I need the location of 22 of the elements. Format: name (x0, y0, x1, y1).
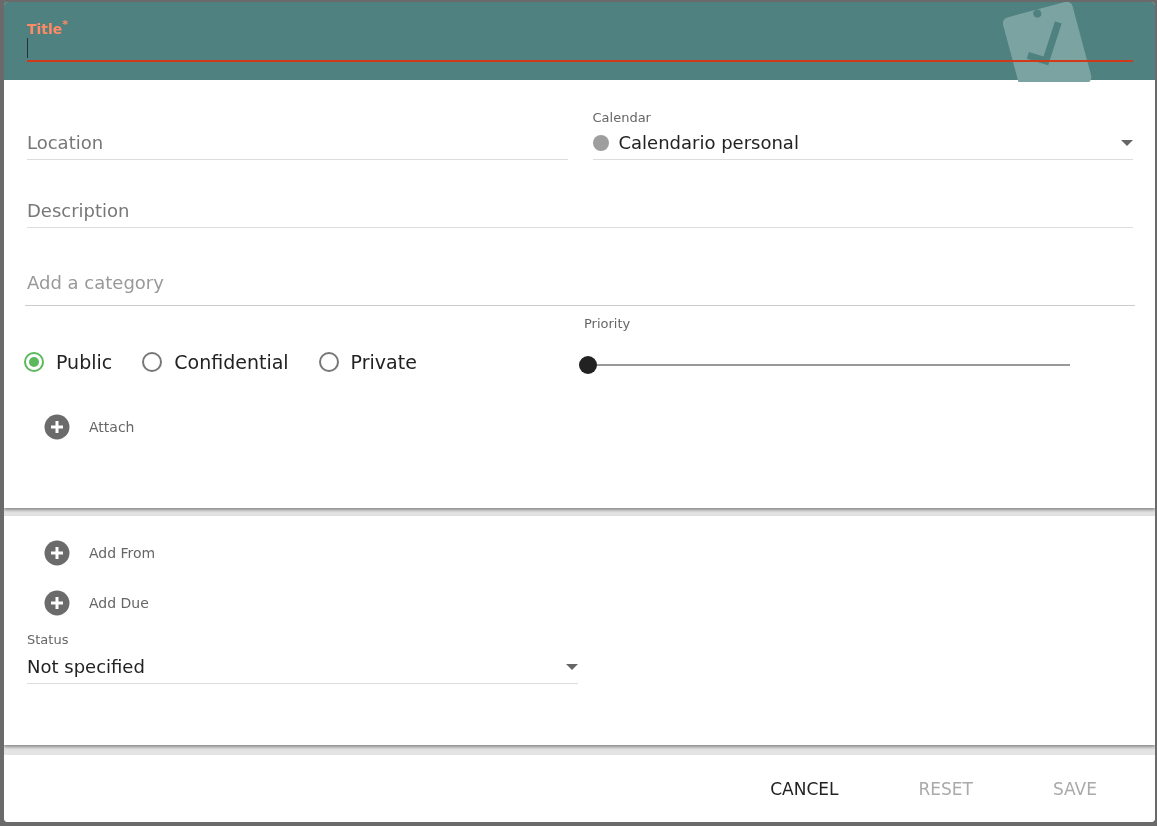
classification-radio[interactable]: Confidential (142, 351, 289, 373)
status-label: Status (27, 632, 70, 649)
location-field[interactable]: Location (27, 128, 568, 160)
add-date-button[interactable]: Add Due (44, 590, 149, 616)
plus-icon (44, 414, 70, 440)
classification-radio[interactable]: Private (318, 351, 417, 373)
priority-label: Priority (584, 316, 632, 333)
dialog-button[interactable]: CANCEL (748, 770, 861, 807)
calendar-select[interactable]: Calendario personal (592, 128, 1133, 160)
add-date-button[interactable]: Add From (44, 540, 156, 566)
slider-thumb[interactable] (579, 356, 597, 374)
attach-button[interactable]: Attach (44, 414, 135, 440)
dropdown-caret-icon (566, 663, 578, 670)
dropdown-caret-icon (1121, 139, 1133, 146)
calendar-label: Calendar (592, 110, 652, 127)
title-label: Title$^{*}$ (27, 18, 69, 37)
status-select[interactable]: Not specified (27, 650, 578, 684)
classification-radio[interactable]: Public (24, 351, 113, 373)
description-field[interactable]: Description (27, 196, 1133, 228)
plus-icon (44, 540, 70, 566)
plus-icon (44, 590, 70, 616)
category-field[interactable]: Add a category (27, 268, 1135, 305)
